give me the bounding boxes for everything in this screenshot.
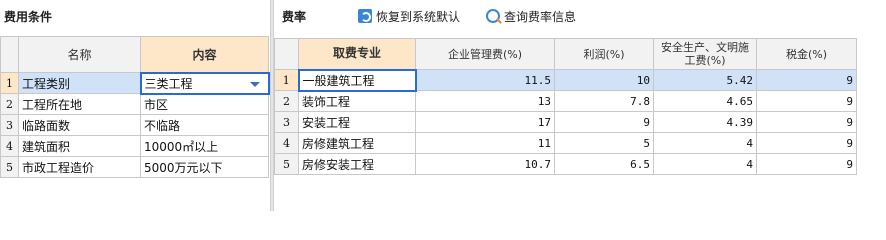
fee-conditions-title: 费用条件 [4, 10, 53, 24]
profit-cell[interactable]: 7.8 [554, 90, 654, 112]
column-header-content: 内容 [140, 36, 269, 73]
fee-rates-title: 费率 [282, 10, 307, 24]
table-row[interactable]: 1 一般建筑工程 11.5 10 5.42 9 [274, 68, 857, 92]
table-row[interactable]: 4 建筑面积 10000㎡以上 [0, 135, 269, 157]
table-row[interactable]: 3 安装工程 17 9 4.39 9 [274, 111, 857, 133]
condition-name[interactable]: 市政工程造价 [18, 156, 141, 178]
major-cell[interactable]: 房修安装工程 [298, 153, 416, 175]
column-header-safety-fee: 安全生产、文明施工费(%) [653, 38, 757, 70]
condition-name[interactable]: 临路面数 [18, 114, 141, 136]
profit-cell[interactable]: 6.5 [554, 153, 654, 175]
condition-name[interactable]: 工程类别 [18, 72, 141, 94]
column-header-profit: 利润(%) [554, 38, 654, 70]
row-number: 5 [274, 153, 299, 175]
row-number: 2 [0, 93, 19, 115]
fee-conditions-table: 名称 内容 1 工程类别 三类工程 2 工程所在地 市区 3 临路面数 不临路 … [0, 36, 270, 178]
table-row[interactable]: 2 工程所在地 市区 [0, 93, 269, 115]
major-cell[interactable]: 一般建筑工程 [297, 68, 417, 92]
row-number: 1 [0, 72, 19, 94]
condition-name[interactable]: 工程所在地 [18, 93, 141, 115]
safety-fee-cell[interactable]: 4 [653, 132, 757, 154]
condition-value[interactable]: 5000万元以下 [140, 156, 269, 178]
major-cell[interactable]: 装饰工程 [298, 90, 416, 112]
management-fee-cell[interactable]: 17 [415, 111, 555, 133]
table-row[interactable]: 2 装饰工程 13 7.8 4.65 9 [274, 90, 857, 112]
condition-value[interactable]: 市区 [140, 93, 269, 115]
query-rate-button[interactable]: 查询费率信息 [486, 6, 576, 26]
safety-fee-cell[interactable]: 4.39 [653, 111, 757, 133]
management-fee-cell[interactable]: 11.5 [415, 69, 555, 91]
profit-cell[interactable]: 9 [554, 111, 654, 133]
table-row[interactable]: 3 临路面数 不临路 [0, 114, 269, 136]
condition-name[interactable]: 建筑面积 [18, 135, 141, 157]
restore-default-button[interactable]: 恢复到系统默认 [358, 6, 460, 26]
safety-fee-cell[interactable]: 4 [653, 153, 757, 175]
condition-value[interactable]: 10000㎡以上 [140, 135, 269, 157]
table-row[interactable]: 5 市政工程造价 5000万元以下 [0, 156, 269, 178]
major-cell[interactable]: 安装工程 [298, 111, 416, 133]
restore-default-label: 恢复到系统默认 [376, 9, 461, 24]
row-number: 5 [0, 156, 19, 178]
row-number: 4 [274, 132, 299, 154]
condition-value[interactable]: 不临路 [140, 114, 269, 136]
row-number: 2 [274, 90, 299, 112]
tax-cell[interactable]: 9 [756, 111, 857, 133]
tax-cell[interactable]: 9 [756, 132, 857, 154]
fee-rates-table: 取费专业 企业管理费(%) 利润(%) 安全生产、文明施工费(%) 税金(%) … [274, 38, 857, 175]
column-header-management-fee: 企业管理费(%) [415, 38, 555, 70]
chevron-down-icon[interactable] [249, 81, 260, 87]
profit-cell[interactable]: 10 [554, 69, 654, 91]
column-header-major: 取费专业 [298, 38, 416, 70]
query-rate-label: 查询费率信息 [504, 9, 577, 24]
column-header-name: 名称 [18, 36, 141, 73]
fee-rates-panel: 费率 恢复到系统默认 查询费率信息 取费专业 企业管理费(%) 利润(%) 安全… [274, 0, 886, 211]
fee-conditions-panel: 费用条件 名称 内容 1 工程类别 三类工程 2 工程所在地 市区 3 临路面数… [0, 0, 270, 211]
row-number-header [0, 36, 19, 73]
table-row[interactable]: 1 工程类别 三类工程 [0, 71, 270, 95]
row-number: 3 [0, 114, 19, 136]
profit-cell[interactable]: 5 [554, 132, 654, 154]
condition-value: 三类工程 [144, 76, 193, 91]
safety-fee-cell[interactable]: 5.42 [653, 69, 757, 91]
table-row[interactable]: 5 房修安装工程 10.7 6.5 4 9 [274, 153, 857, 175]
major-cell[interactable]: 房修建筑工程 [298, 132, 416, 154]
row-number-header [274, 38, 299, 70]
row-number: 1 [274, 69, 299, 91]
condition-value-select[interactable]: 三类工程 [139, 71, 270, 95]
row-number: 3 [274, 111, 299, 133]
management-fee-cell[interactable]: 10.7 [415, 153, 555, 175]
tax-cell[interactable]: 9 [756, 153, 857, 175]
safety-fee-cell[interactable]: 4.65 [653, 90, 757, 112]
management-fee-cell[interactable]: 11 [415, 132, 555, 154]
table-row[interactable]: 4 房修建筑工程 11 5 4 9 [274, 132, 857, 154]
row-number: 4 [0, 135, 19, 157]
column-header-tax: 税金(%) [756, 38, 857, 70]
tax-cell[interactable]: 9 [756, 90, 857, 112]
management-fee-cell[interactable]: 13 [415, 90, 555, 112]
restore-icon [358, 9, 372, 23]
tax-cell[interactable]: 9 [756, 69, 857, 91]
search-icon [486, 9, 500, 23]
